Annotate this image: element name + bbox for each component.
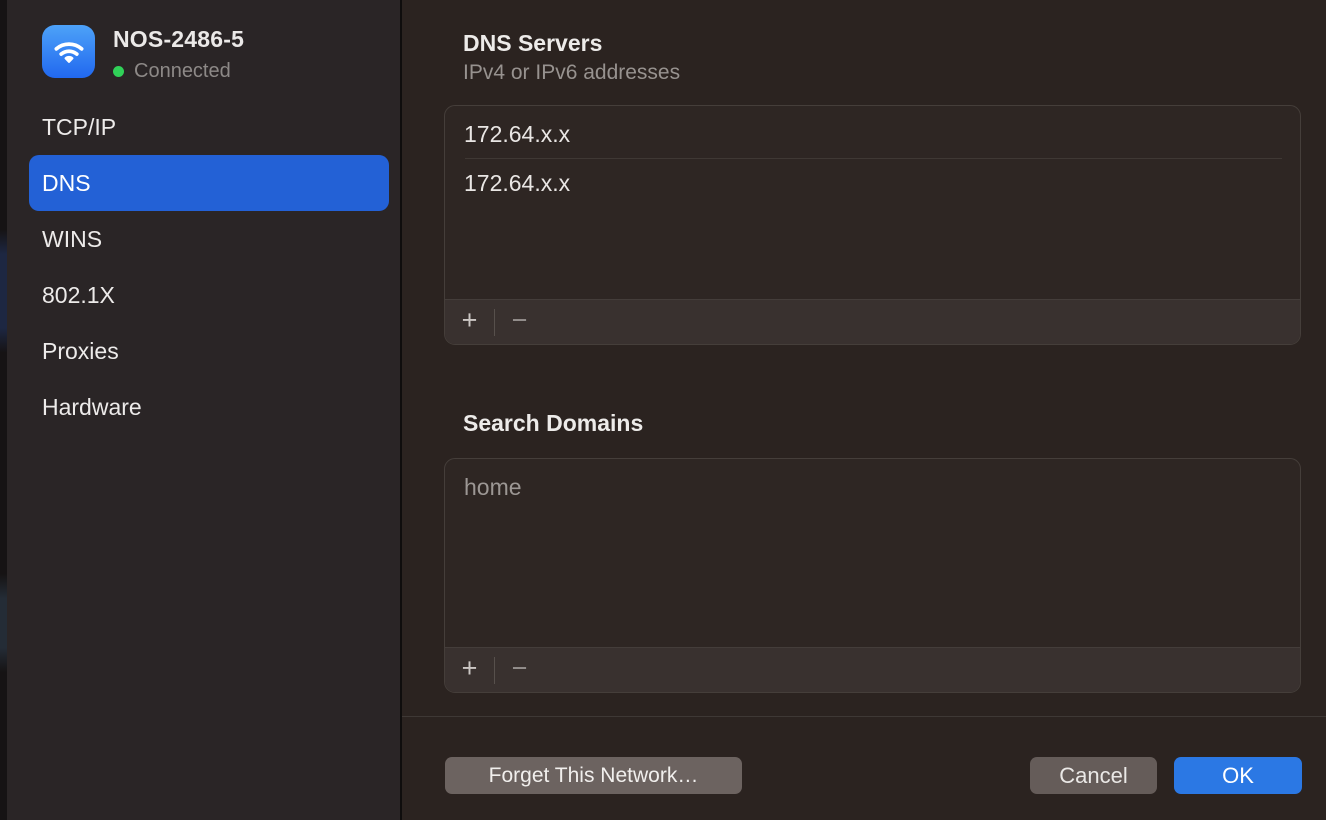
dns-servers-title: DNS Servers	[463, 30, 602, 57]
sidebar-item-wins[interactable]: WINS	[29, 211, 389, 267]
dns-servers-subtitle: IPv4 or IPv6 addresses	[463, 61, 680, 85]
cancel-button[interactable]: Cancel	[1030, 757, 1157, 794]
sidebar-item-8021x[interactable]: 802.1X	[29, 267, 389, 323]
forget-this-network-button[interactable]: Forget This Network…	[445, 757, 742, 794]
sidebar-item-tcpip[interactable]: TCP/IP	[29, 99, 389, 155]
sidebar: NOS-2486-5 Connected TCP/IP DNS WINS 802…	[7, 0, 402, 820]
add-dns-server-button[interactable]: +	[445, 300, 494, 344]
search-domains-title: Search Domains	[463, 410, 643, 437]
dns-servers-toolbar: + −	[445, 299, 1300, 344]
network-header: NOS-2486-5 Connected	[42, 25, 244, 83]
remove-search-domain-button[interactable]: −	[495, 648, 544, 692]
dns-servers-list: 172.64.x.x 172.64.x.x + −	[444, 105, 1301, 345]
desktop-edge	[0, 0, 7, 820]
footer-divider	[402, 716, 1326, 717]
network-status: Connected	[113, 60, 244, 83]
sidebar-item-hardware[interactable]: Hardware	[29, 379, 389, 435]
dns-server-entry[interactable]: 172.64.x.x	[445, 159, 1300, 207]
dns-panel: DNS Servers IPv4 or IPv6 addresses 172.6…	[402, 0, 1326, 820]
ok-button[interactable]: OK	[1174, 757, 1302, 794]
search-domains-list: home + −	[444, 458, 1301, 693]
network-meta: NOS-2486-5 Connected	[113, 25, 244, 83]
add-search-domain-button[interactable]: +	[445, 648, 494, 692]
search-domains-rows: home	[445, 459, 1300, 511]
sidebar-item-proxies[interactable]: Proxies	[29, 323, 389, 379]
connected-status-dot	[113, 66, 124, 77]
network-name: NOS-2486-5	[113, 25, 244, 53]
sidebar-nav: TCP/IP DNS WINS 802.1X Proxies Hardware	[29, 99, 389, 435]
dns-server-entry[interactable]: 172.64.x.x	[445, 110, 1300, 158]
network-details-window: NOS-2486-5 Connected TCP/IP DNS WINS 802…	[0, 0, 1326, 820]
wifi-icon	[42, 25, 95, 78]
remove-dns-server-button[interactable]: −	[495, 300, 544, 344]
search-domain-entry[interactable]: home	[445, 463, 1300, 511]
dns-servers-rows: 172.64.x.x 172.64.x.x	[445, 106, 1300, 207]
search-domains-toolbar: + −	[445, 647, 1300, 692]
connected-status-label: Connected	[134, 60, 231, 83]
sidebar-item-dns[interactable]: DNS	[29, 155, 389, 211]
